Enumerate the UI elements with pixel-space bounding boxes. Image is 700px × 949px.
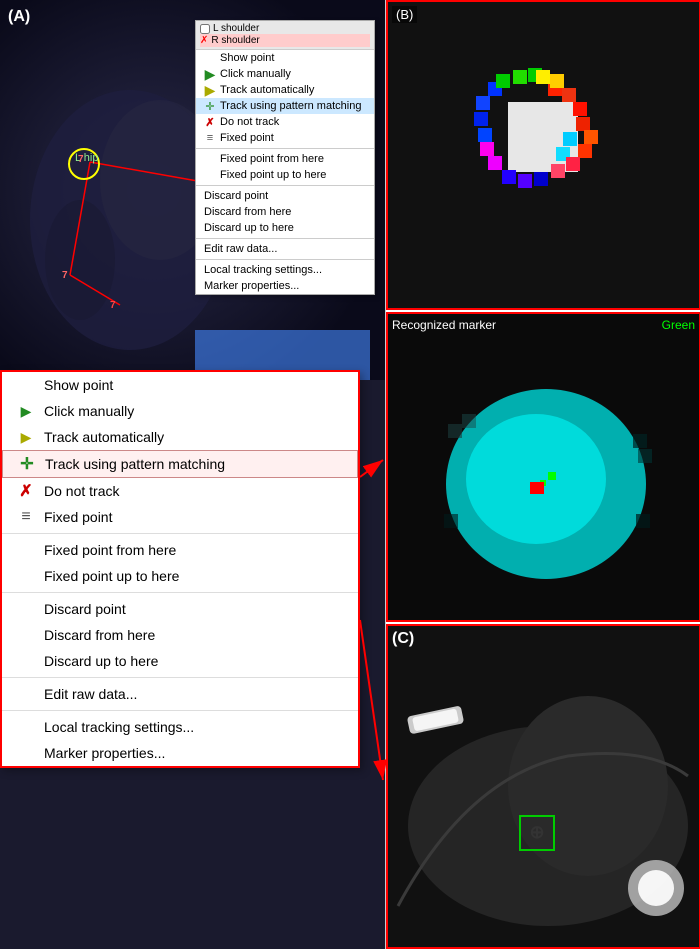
- svg-text:⊕: ⊕: [529, 822, 544, 842]
- small-menu-track-auto[interactable]: ▶ Track automatically: [196, 82, 374, 98]
- panel-recog-color: Green: [662, 318, 695, 332]
- small-menu-discard-point[interactable]: Discard point: [196, 188, 374, 204]
- menu-fixed-point[interactable]: ≡ Fixed point: [2, 504, 358, 530]
- arrow-green-icon: ▶: [204, 68, 216, 80]
- small-menu-fixed-from-here[interactable]: Fixed point from here: [196, 151, 374, 167]
- small-menu-discard-up-to[interactable]: Discard up to here: [196, 220, 374, 236]
- small-menu-marker-props[interactable]: Marker properties...: [196, 278, 374, 294]
- menu-fixed-up-to-here[interactable]: Fixed point up to here: [2, 563, 358, 589]
- empty-icon-lg: [18, 377, 34, 393]
- right-panel: Original image: [385, 0, 700, 949]
- empty-icon-lg5: [18, 627, 34, 643]
- empty-icon: [204, 52, 216, 64]
- menu-click-manually[interactable]: ▶ Click manually: [2, 398, 358, 424]
- panel-c-label: (C): [392, 630, 414, 648]
- empty-icon2: [204, 153, 216, 165]
- empty-icon-lg3: [18, 568, 34, 584]
- small-menu-l-shoulder: L shoulder: [213, 23, 259, 34]
- arrow-yellow-lg-icon: ▶: [18, 429, 34, 445]
- divider-2: [2, 592, 358, 593]
- x-lg-icon: ✗: [18, 483, 34, 499]
- checkbox-l-shoulder[interactable]: [200, 24, 210, 34]
- small-menu-edit-raw[interactable]: Edit raw data...: [196, 241, 374, 257]
- arrow-yellow-icon: ▶: [204, 84, 216, 96]
- small-menu-track-pattern[interactable]: ✛ Track using pattern matching: [196, 98, 374, 114]
- panel-b-label: (B): [392, 6, 417, 23]
- empty-icon-lg8: [18, 719, 34, 735]
- divider-4: [2, 710, 358, 711]
- panel-b: Original image: [386, 0, 700, 310]
- small-context-menu[interactable]: L shoulder ✗ R shoulder Show point ▶ Cli…: [195, 20, 375, 295]
- small-menu-fixed-point[interactable]: ≡ Fixed point: [196, 130, 374, 146]
- small-menu-show-point[interactable]: Show point: [196, 50, 374, 66]
- large-context-menu[interactable]: Show point ▶ Click manually ▶ Track auto…: [0, 370, 360, 768]
- small-menu-local-settings[interactable]: Local tracking settings...: [196, 262, 374, 278]
- panel-recognized-marker: Recognized marker Green: [386, 312, 700, 622]
- marker-7b: 7: [62, 270, 68, 281]
- menu-track-pattern[interactable]: ✛ Track using pattern matching: [2, 450, 358, 478]
- small-menu-fixed-up-to-here[interactable]: Fixed point up to here: [196, 167, 374, 183]
- small-menu-click-manually[interactable]: ▶ Click manually: [196, 66, 374, 82]
- menu-edit-raw[interactable]: Edit raw data...: [2, 681, 358, 707]
- empty-icon3: [204, 169, 216, 181]
- crosshair-small-icon: ✛: [204, 100, 216, 112]
- empty-icon-lg7: [18, 686, 34, 702]
- empty-icon-lg4: [18, 601, 34, 617]
- divider-1: [2, 533, 358, 534]
- panel-c: ⊕ (C): [386, 624, 700, 949]
- menu-discard-from[interactable]: Discard from here: [2, 622, 358, 648]
- panel-recog-title: Recognized marker: [392, 318, 496, 332]
- marker-7a: 7: [78, 154, 84, 165]
- small-menu-r-shoulder: R shoulder: [211, 35, 259, 46]
- menu-track-auto[interactable]: ▶ Track automatically: [2, 424, 358, 450]
- marker-7c: 7: [110, 300, 116, 311]
- menu-show-point[interactable]: Show point: [2, 372, 358, 398]
- panel-a-label: (A): [8, 8, 30, 26]
- small-menu-discard-from[interactable]: Discard from here: [196, 204, 374, 220]
- crosshair-lg-icon: ✛: [19, 456, 35, 472]
- empty-icon-lg2: [18, 542, 34, 558]
- empty-icon-lg6: [18, 653, 34, 669]
- menu-marker-props[interactable]: Marker properties...: [2, 740, 358, 766]
- menu-fixed-from-here[interactable]: Fixed point from here: [2, 537, 358, 563]
- menu-do-not-track[interactable]: ✗ Do not track: [2, 478, 358, 504]
- equals-lg-icon: ≡: [18, 509, 34, 525]
- menu-discard-point[interactable]: Discard point: [2, 596, 358, 622]
- equals-icon: ≡: [204, 132, 216, 144]
- arrow-green-lg-icon: ▶: [18, 403, 34, 419]
- menu-discard-up-to[interactable]: Discard up to here: [2, 648, 358, 674]
- x-icon: ✗: [204, 116, 216, 128]
- small-menu-do-not-track[interactable]: ✗ Do not track: [196, 114, 374, 130]
- menu-local-settings[interactable]: Local tracking settings...: [2, 714, 358, 740]
- empty-icon-lg9: [18, 745, 34, 761]
- divider-3: [2, 677, 358, 678]
